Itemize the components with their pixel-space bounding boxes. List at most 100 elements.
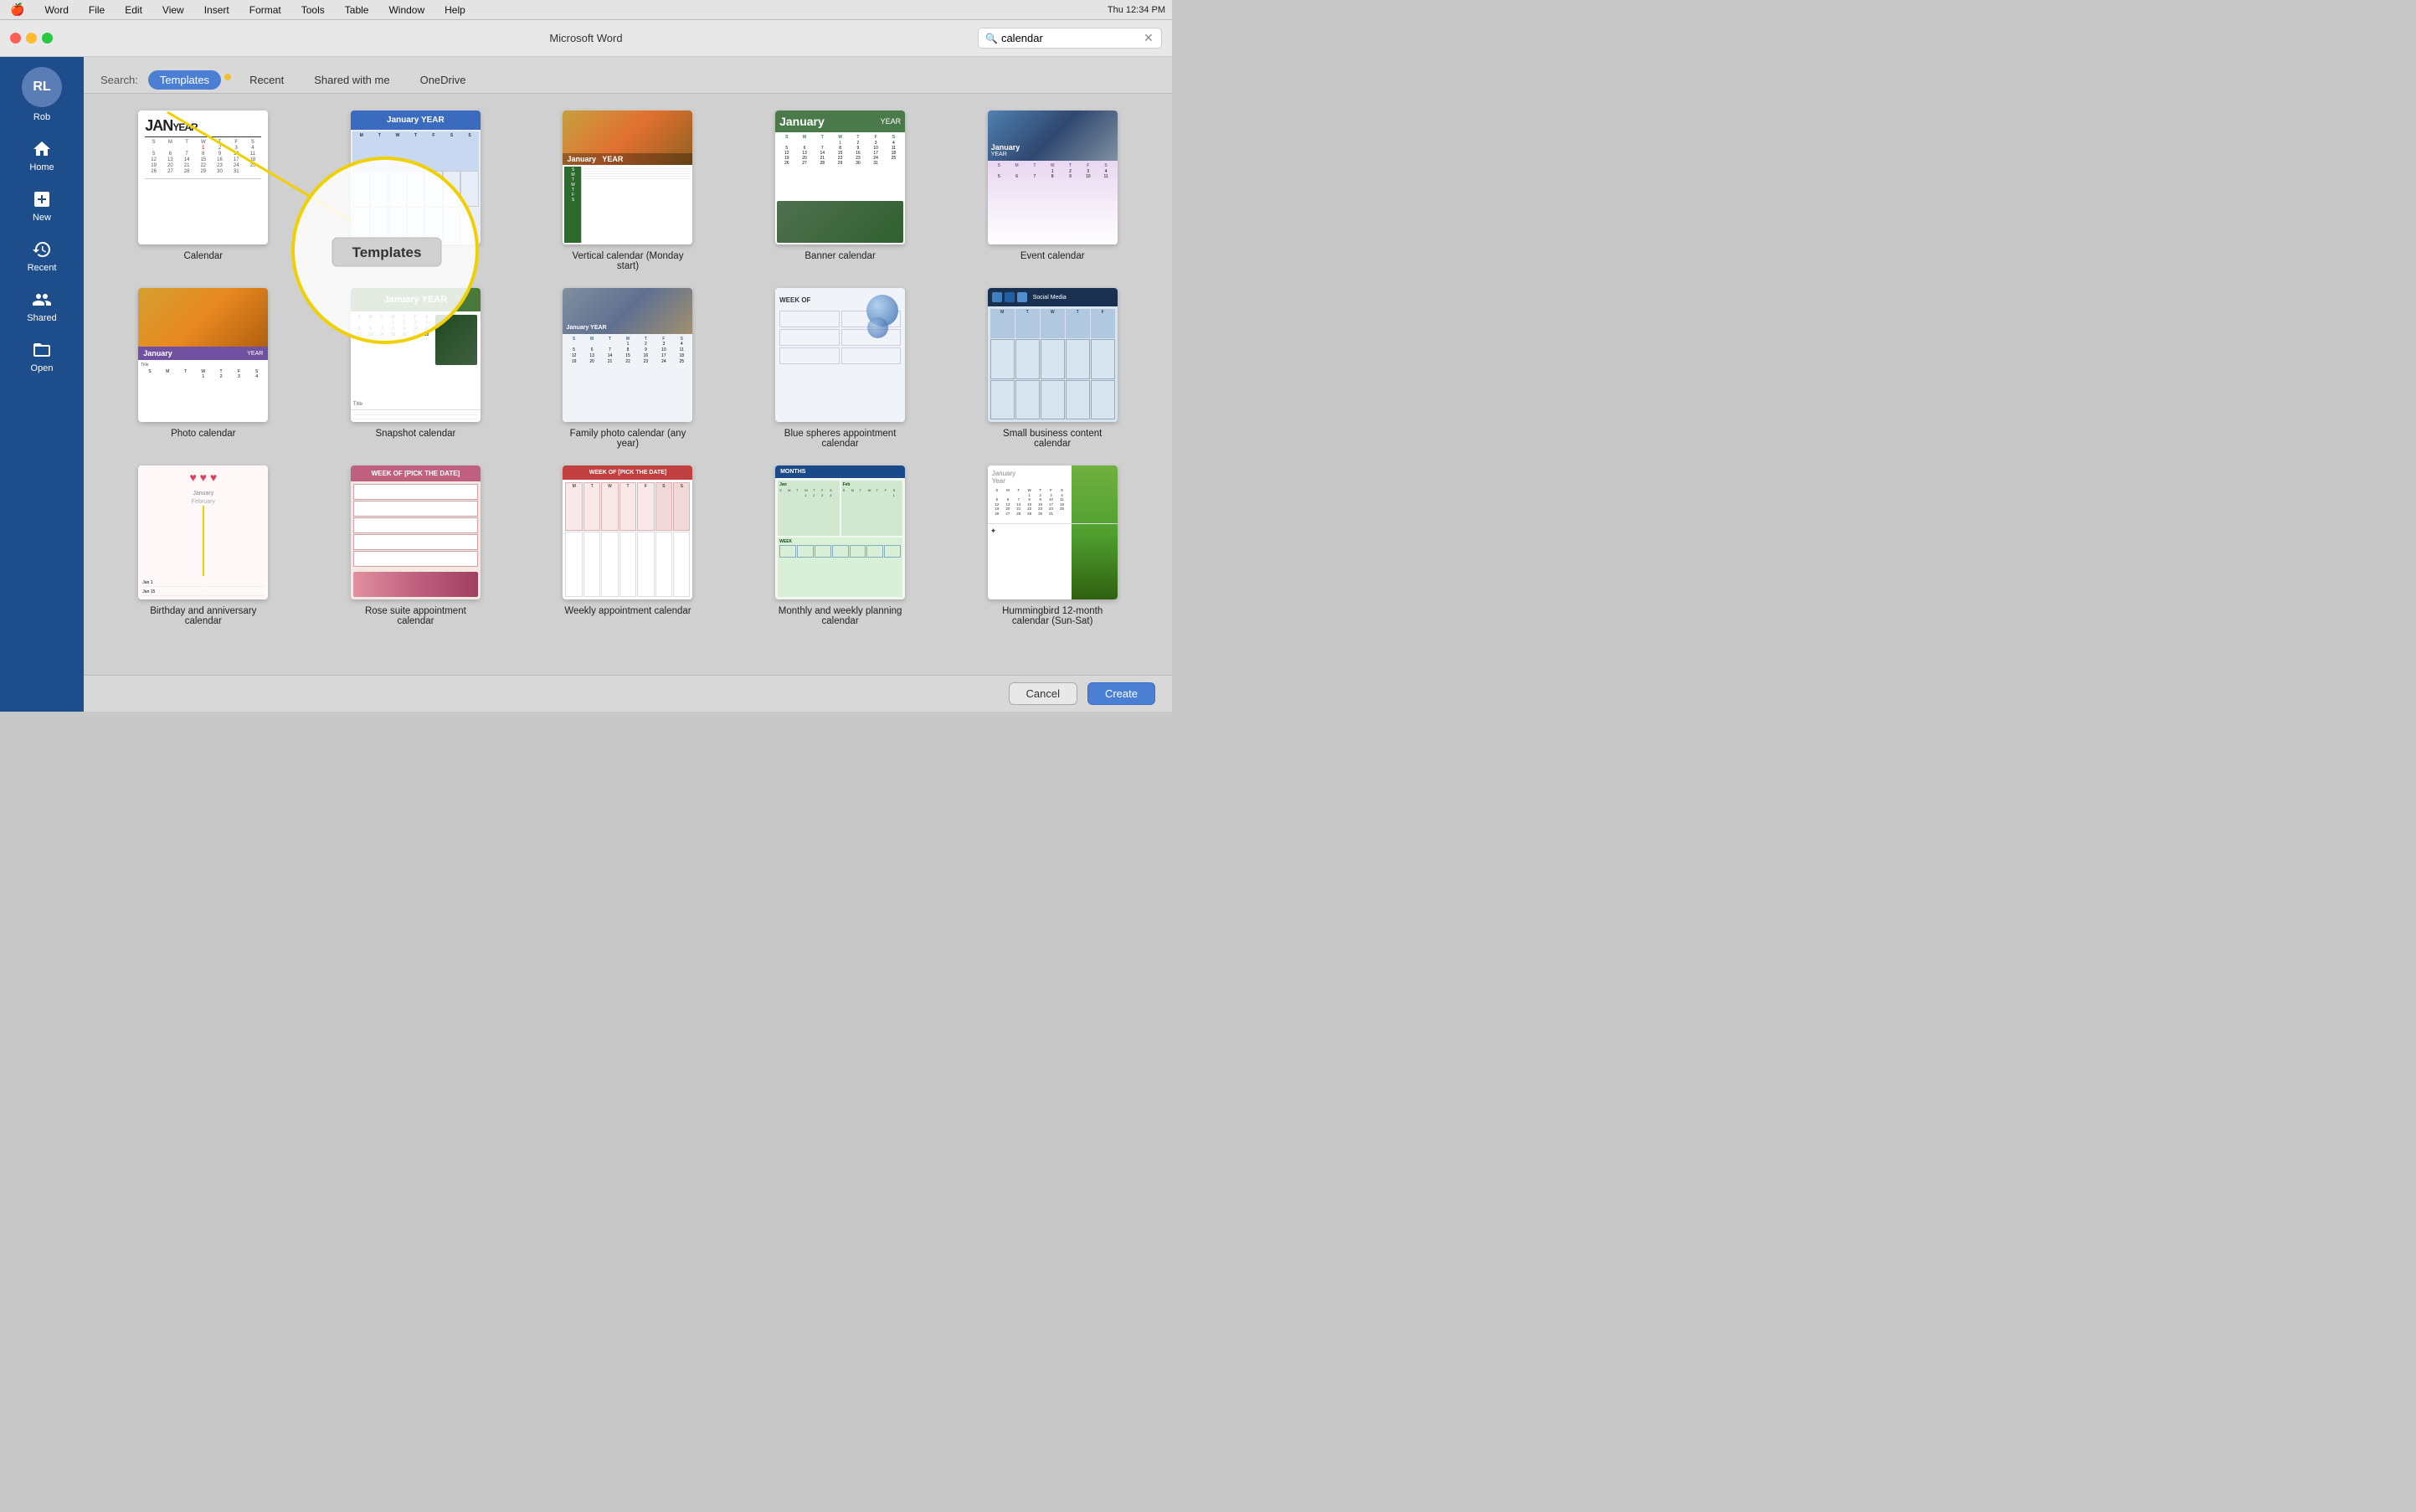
template-weekly[interactable]: WEEK OF [PICK THE DATE] M T W T F S S: [528, 465, 727, 626]
menu-view[interactable]: View: [159, 4, 188, 16]
template-label-monday: Monday: [398, 251, 433, 261]
template-monthly-weekly[interactable]: MONTHS Jan SMTWTFS 1234 Feb S: [741, 465, 940, 626]
tab-templates[interactable]: Templates: [148, 70, 221, 90]
template-label-blue-spheres: Blue spheres appointment calendar: [775, 429, 905, 449]
template-thumb-birthday: ♥ ♥ ♥ January February Jan 1 Jan 15: [138, 465, 268, 599]
menu-insert[interactable]: Insert: [201, 4, 233, 16]
sidebar-item-shared-label: Shared: [27, 313, 56, 323]
template-label-banner: Banner calendar: [804, 251, 875, 261]
template-thumb-vertical: January YEAR SMTWTFS: [563, 111, 692, 244]
menu-window[interactable]: Window: [385, 4, 428, 16]
sidebar-item-new[interactable]: New: [8, 183, 75, 229]
sidebar-item-open-label: Open: [31, 363, 54, 373]
template-label-vertical: Vertical calendar (Monday start): [563, 251, 692, 271]
templates-grid: JANYEAR SMTWTFS 1234 567891011 121314151…: [84, 94, 1172, 675]
template-label-weekly: Weekly appointment calendar: [564, 606, 691, 616]
template-monday[interactable]: January YEAR M T W T F S S: [316, 111, 516, 271]
template-label-family: Family photo calendar (any year): [563, 429, 692, 449]
template-blue-spheres[interactable]: WEEK OF Blue spheres appointment calenda…: [741, 288, 940, 449]
sidebar-username: Rob: [33, 112, 50, 122]
template-label-snapshot: Snapshot calendar: [375, 429, 455, 439]
template-label-monthly-weekly: Monthly and weekly planning calendar: [775, 606, 905, 626]
template-thumb-monday: January YEAR M T W T F S S: [351, 111, 481, 244]
template-thumb-snapshot: January YEAR SMTWTFS 1234 567891011 1213…: [351, 288, 481, 422]
sidebar: RL Rob Home New Recent Shared Open: [0, 57, 84, 712]
template-label-calendar: Calendar: [183, 251, 223, 261]
tab-recent[interactable]: Recent: [238, 70, 296, 90]
menu-help[interactable]: Help: [441, 4, 469, 16]
home-icon: [32, 139, 52, 159]
template-label-photo: Photo calendar: [171, 429, 235, 439]
template-banner[interactable]: January YEAR SMTWTFS 1234 567891011 1213…: [741, 111, 940, 271]
template-birthday[interactable]: ♥ ♥ ♥ January February Jan 1 Jan 15 Birt…: [104, 465, 303, 626]
titlebar: Microsoft Word 🔍 ✕: [0, 20, 1172, 57]
template-small-biz[interactable]: Social Media M T W T F: [953, 288, 1152, 449]
template-thumb-small-biz: Social Media M T W T F: [988, 288, 1118, 422]
bottom-bar: Cancel Create: [84, 675, 1172, 712]
template-calendar[interactable]: JANYEAR SMTWTFS 1234 567891011 121314151…: [104, 111, 303, 271]
tab-dot: [224, 74, 231, 80]
cancel-button[interactable]: Cancel: [1009, 682, 1077, 705]
template-photo[interactable]: January YEAR Title SMTWTFS 1234 Photo ca…: [104, 288, 303, 449]
macos-menubar: 🍎 Word File Edit View Insert Format Tool…: [0, 0, 1172, 20]
open-icon: [32, 340, 52, 360]
menu-tools[interactable]: Tools: [298, 4, 328, 16]
search-label: Search:: [100, 74, 138, 86]
search-box[interactable]: 🔍 ✕: [978, 28, 1162, 49]
sidebar-item-recent-label: Recent: [28, 263, 57, 273]
template-thumb-rose: WEEK OF [PICK THE DATE]: [351, 465, 481, 599]
titlebar-search[interactable]: 🔍 ✕: [978, 28, 1162, 49]
search-input[interactable]: [1001, 32, 1144, 44]
template-label-rose: Rose suite appointment calendar: [351, 606, 481, 626]
template-hummingbird[interactable]: January Year SMTWTFS 1234 567891011 1213…: [953, 465, 1152, 626]
menu-table[interactable]: Table: [342, 4, 373, 16]
template-thumb-family: January YEAR SMTWTFS 1234 567891011 1213…: [563, 288, 692, 422]
minimize-button[interactable]: [26, 33, 37, 44]
menubar-right: Thu 12:34 PM: [1108, 5, 1165, 15]
window-title: Microsoft Word: [549, 32, 622, 44]
create-button[interactable]: Create: [1087, 682, 1155, 705]
sidebar-item-open[interactable]: Open: [8, 333, 75, 380]
menu-edit[interactable]: Edit: [121, 4, 146, 16]
avatar: RL: [22, 67, 62, 107]
template-label-event: Event calendar: [1020, 251, 1085, 261]
template-rose[interactable]: WEEK OF [PICK THE DATE] Rose suite appoi…: [316, 465, 516, 626]
template-thumb-weekly: WEEK OF [PICK THE DATE] M T W T F S S: [563, 465, 692, 599]
sidebar-item-recent[interactable]: Recent: [8, 233, 75, 280]
template-label-birthday: Birthday and anniversary calendar: [138, 606, 268, 626]
tab-onedrive[interactable]: OneDrive: [409, 70, 478, 90]
menu-file[interactable]: File: [85, 4, 108, 16]
template-thumb-monthly-weekly: MONTHS Jan SMTWTFS 1234 Feb S: [775, 465, 905, 599]
template-thumb-event: January YEAR SMTWTFS 1234 567891011: [988, 111, 1118, 244]
sidebar-item-shared[interactable]: Shared: [8, 283, 75, 330]
menu-word[interactable]: Word: [41, 4, 71, 16]
search-tabs: Search: Templates Recent Shared with me …: [84, 57, 1172, 94]
menu-time: Thu 12:34 PM: [1108, 5, 1165, 15]
apple-menu[interactable]: 🍎: [7, 3, 28, 17]
template-thumb-calendar: JANYEAR SMTWTFS 1234 567891011 121314151…: [138, 111, 268, 244]
close-button[interactable]: [10, 33, 21, 44]
template-thumb-hummingbird: January Year SMTWTFS 1234 567891011 1213…: [988, 465, 1118, 599]
tab-shared[interactable]: Shared with me: [302, 70, 401, 90]
template-snapshot[interactable]: January YEAR SMTWTFS 1234 567891011 1213…: [316, 288, 516, 449]
recent-icon: [32, 239, 52, 260]
template-thumb-banner: January YEAR SMTWTFS 1234 567891011 1213…: [775, 111, 905, 244]
window-controls[interactable]: [10, 33, 53, 44]
sidebar-item-home[interactable]: Home: [8, 132, 75, 179]
sidebar-item-home-label: Home: [29, 162, 54, 172]
maximize-button[interactable]: [42, 33, 53, 44]
template-thumb-photo: January YEAR Title SMTWTFS 1234: [138, 288, 268, 422]
search-icon: 🔍: [985, 33, 998, 44]
content-area: Search: Templates Recent Shared with me …: [84, 57, 1172, 712]
sidebar-item-new-label: New: [33, 213, 51, 223]
app-body: RL Rob Home New Recent Shared Open Searc…: [0, 57, 1172, 712]
template-label-small-biz: Small business content calendar: [988, 429, 1118, 449]
new-icon: [32, 189, 52, 209]
template-label-hummingbird: Hummingbird 12-month calendar (Sun-Sat): [988, 606, 1118, 626]
template-event[interactable]: January YEAR SMTWTFS 1234 567891011: [953, 111, 1152, 271]
menu-format[interactable]: Format: [246, 4, 285, 16]
template-family[interactable]: January YEAR SMTWTFS 1234 567891011 1213…: [528, 288, 727, 449]
template-vertical[interactable]: January YEAR SMTWTFS Vertical: [528, 111, 727, 271]
template-thumb-blue-spheres: WEEK OF: [775, 288, 905, 422]
search-clear-button[interactable]: ✕: [1144, 31, 1154, 45]
